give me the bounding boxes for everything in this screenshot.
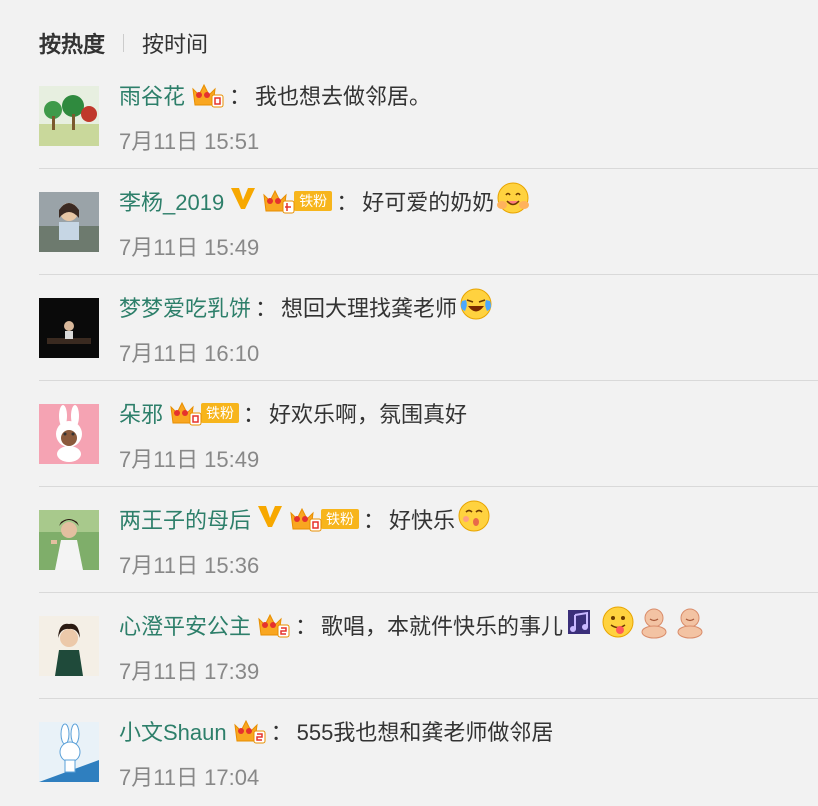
- comment-text: 555我也想和龚老师做邻居: [296, 720, 554, 745]
- avatar[interactable]: [39, 86, 99, 146]
- comment-item: 梦梦爱吃乳饼 ： 想回大理找龚老师 7月11日 16:10: [39, 275, 818, 381]
- baby-emoji-icon: [637, 605, 671, 645]
- username[interactable]: 梦梦爱吃乳饼: [119, 291, 251, 323]
- comment-time: 7月11日 17:04: [119, 765, 260, 790]
- comment-item: 李杨_2019 铁粉 ： 好可爱的奶奶 7月11日 15:49: [39, 169, 818, 275]
- comment-text: 我也想去做邻居。: [255, 84, 432, 109]
- member-crown-icon: [233, 717, 267, 745]
- laugh-cry-emoji-icon: [459, 287, 493, 327]
- colon: ：: [295, 614, 318, 639]
- avatar[interactable]: [39, 298, 99, 358]
- comment-item: 心澄平安公主 ： 歌唱，本就件快乐的事儿 7月11日 17:39: [39, 593, 818, 699]
- username[interactable]: 心澄平安公主: [119, 609, 251, 641]
- iron-fan-badge: 铁粉: [201, 403, 240, 423]
- comment-line: 梦梦爱吃乳饼 ： 想回大理找龚老师: [119, 287, 493, 327]
- avatar[interactable]: [39, 616, 99, 676]
- comment-time: 7月11日 16:10: [119, 341, 260, 366]
- comment-time: 7月11日 15:51: [119, 129, 260, 154]
- colon: ：: [255, 296, 278, 321]
- avatar[interactable]: [39, 192, 99, 252]
- comment-line: 李杨_2019 铁粉 ： 好可爱的奶奶: [119, 181, 530, 221]
- colon: ：: [363, 508, 386, 533]
- verified-icon: [257, 504, 283, 534]
- comment-time: 7月11日 15:36: [119, 553, 260, 578]
- comment-line: 朵邪 铁粉 ： 好欢乐啊，氛围真好: [119, 395, 467, 431]
- comment-list: 雨谷花 ： 我也想去做邻居。 7月11日 15:51 李杨_2019 铁粉 ： …: [39, 63, 818, 805]
- colon: ：: [270, 720, 293, 745]
- music-note-icon: [565, 607, 593, 643]
- member-crown-icon: [169, 399, 203, 427]
- username[interactable]: 朵邪: [119, 397, 163, 429]
- comment-time: 7月11日 15:49: [119, 447, 260, 472]
- tongue-emoji-icon: [601, 605, 635, 645]
- member-crown-icon: [262, 187, 296, 215]
- baby-emoji-icon: [673, 605, 707, 645]
- colon: ：: [229, 84, 252, 109]
- comment-line: 小文Shaun ： 555我也想和龚老师做邻居: [119, 713, 553, 749]
- comment-line: 两王子的母后 铁粉 ： 好快乐: [119, 499, 491, 539]
- colon: ：: [243, 402, 266, 427]
- sort-by-time-tab[interactable]: 按时间: [142, 27, 208, 59]
- comment-item: 朵邪 铁粉 ： 好欢乐啊，氛围真好 7月11日 15:49: [39, 381, 818, 487]
- comment-time: 7月11日 17:39: [119, 659, 260, 684]
- comment-item: 两王子的母后 铁粉 ： 好快乐 7月11日 15:36: [39, 487, 818, 593]
- avatar[interactable]: [39, 404, 99, 464]
- sort-divider: [123, 34, 125, 52]
- username[interactable]: 两王子的母后: [119, 503, 251, 535]
- member-crown-icon: [191, 81, 225, 109]
- username[interactable]: 雨谷花: [119, 79, 185, 111]
- colon: ：: [336, 190, 359, 215]
- username[interactable]: 李杨_2019: [119, 185, 224, 217]
- comment-text: 歌唱，本就件快乐的事儿: [321, 614, 564, 639]
- comment-text: 想回大理找龚老师: [281, 296, 458, 321]
- avatar[interactable]: [39, 722, 99, 782]
- comment-text: 好欢乐啊，氛围真好: [269, 402, 468, 427]
- comment-item: 雨谷花 ： 我也想去做邻居。 7月11日 15:51: [39, 63, 818, 169]
- username[interactable]: 小文Shaun: [119, 715, 227, 747]
- comment-panel: 按热度 按时间 雨谷花 ： 我也想去做邻居。 7月11日 15:51 李杨_20…: [0, 0, 818, 806]
- comment-item: 小文Shaun ： 555我也想和龚老师做邻居 7月11日 17:04: [39, 699, 818, 805]
- verified-icon: [230, 186, 256, 216]
- member-crown-icon: [289, 505, 323, 533]
- iron-fan-badge: 铁粉: [321, 509, 360, 529]
- sort-by-hot-tab[interactable]: 按热度: [39, 27, 105, 59]
- kiss-emoji-icon: [457, 499, 491, 539]
- member-crown-icon: [257, 611, 291, 639]
- comment-text: 好快乐: [389, 508, 456, 533]
- hug-emoji-icon: [496, 181, 530, 221]
- iron-fan-badge: 铁粉: [294, 191, 333, 211]
- comment-text: 好可爱的奶奶: [362, 190, 495, 215]
- comment-line: 雨谷花 ： 我也想去做邻居。: [119, 77, 431, 113]
- avatar[interactable]: [39, 510, 99, 570]
- comment-time: 7月11日 15:49: [119, 235, 260, 260]
- sort-bar: 按热度 按时间: [39, 27, 208, 59]
- comment-line: 心澄平安公主 ： 歌唱，本就件快乐的事儿: [119, 605, 707, 645]
